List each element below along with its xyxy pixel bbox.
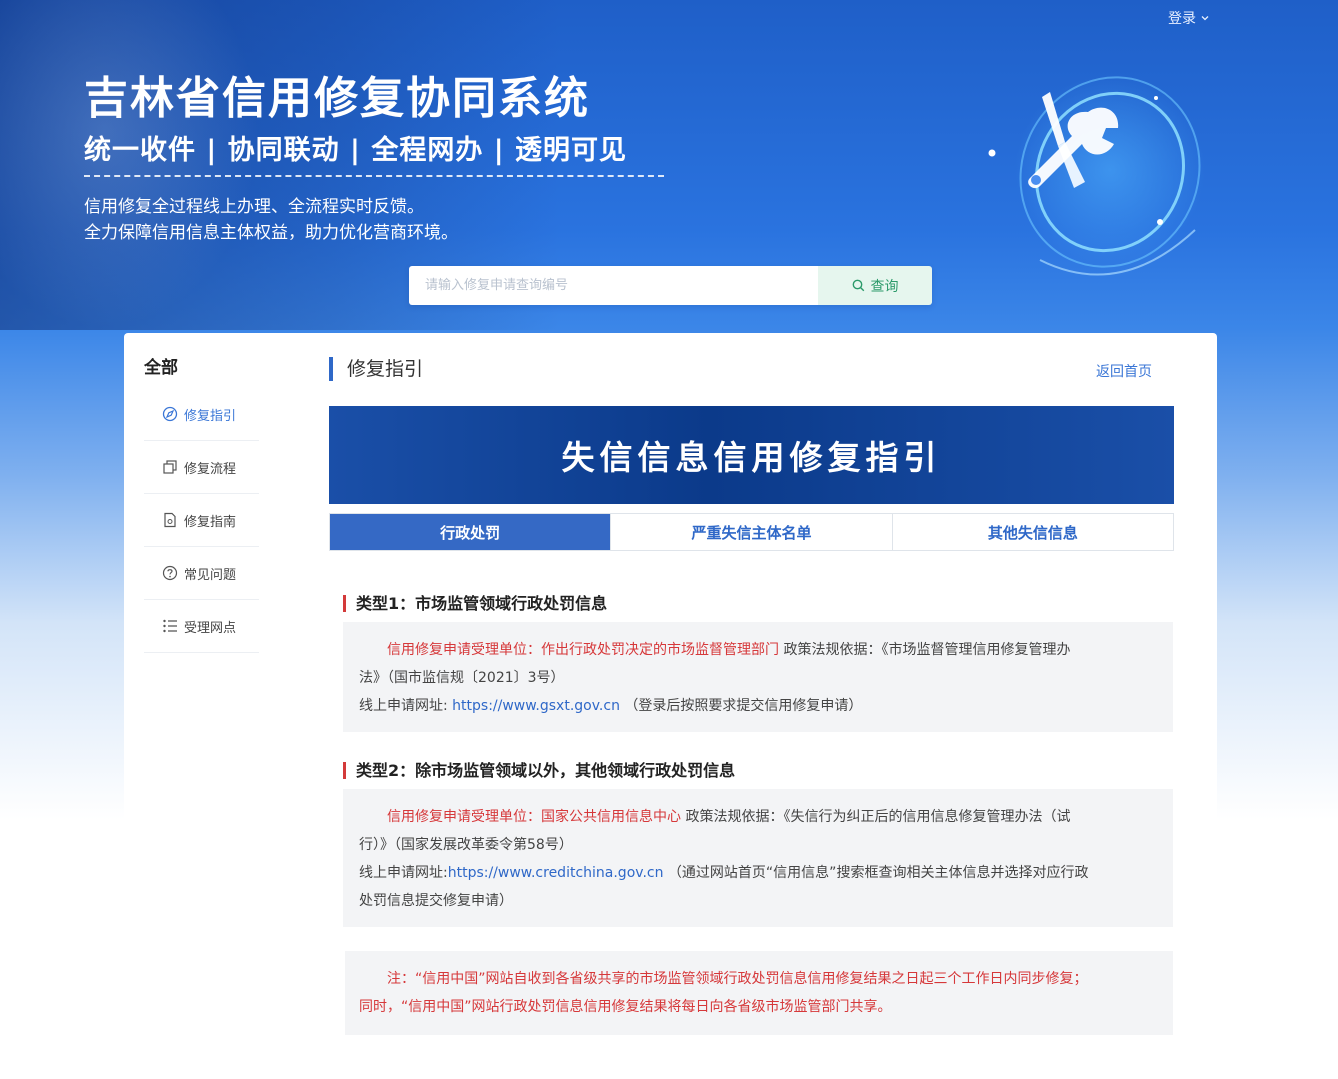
type2-online-label: 线上申请网址: <box>359 865 448 881</box>
sidebar-item-repair-manual[interactable]: 修复指南 <box>144 494 259 547</box>
type1-block: 类型1：市场监管领域行政处罚信息 信用修复申请受理单位：作出行政处罚决定的市场监… <box>343 595 1173 732</box>
tab-administrative-penalty[interactable]: 行政处罚 <box>330 514 611 550</box>
section-title: 修复指引 <box>329 357 423 381</box>
type1-online-label: 线上申请网址: <box>359 698 453 714</box>
system-title: 吉林省信用修复协同系统 <box>84 73 590 124</box>
type2-policy: 政策法规依据：《失信行为纠正后的信用信息修复管理办法（试 <box>681 809 1071 825</box>
type2-info-box: 信用修复申请受理单位：国家公共信用信息中心 政策法规依据：《失信行为纠正后的信用… <box>343 789 1173 927</box>
login-dropdown[interactable]: 登录 <box>1168 8 1210 28</box>
type2-heading: 类型2：除市场监管领域以外，其他领域行政处罚信息 <box>343 762 1173 779</box>
description-line: 信用修复全过程线上办理、全流程实时反馈。 <box>84 197 424 217</box>
sidebar: 全部 修复指引 修复流程 修复指南 常见问题 受理网点 <box>144 353 259 653</box>
sidebar-item-repair-process[interactable]: 修复流程 <box>144 441 259 494</box>
type1-online-link[interactable]: https://www.gsxt.gov.cn <box>452 698 620 714</box>
sidebar-item-service-points[interactable]: 受理网点 <box>144 600 259 653</box>
guide-banner: 失信信息信用修复指引 <box>329 406 1174 504</box>
type2-online-link[interactable]: https://www.creditchina.gov.cn <box>448 865 664 881</box>
question-icon <box>162 565 178 581</box>
note-box: 注：“信用中国”网站自收到各省级共享的市场监管领域行政处罚信息信用修复结果之日起… <box>345 951 1173 1035</box>
copy-icon <box>163 460 177 474</box>
sidebar-title: 全部 <box>144 358 178 378</box>
type1-policy-cont: 法》（国市监信规〔2021〕3号） <box>359 670 565 686</box>
type1-online-note: （登录后按照要求提交信用修复申请） <box>619 698 863 714</box>
chevron-down-icon <box>1201 16 1209 21</box>
sidebar-item-label: 修复指引 <box>184 408 237 424</box>
tab-serious-dishonesty-list[interactable]: 严重失信主体名单 <box>610 514 892 550</box>
divider <box>84 175 664 177</box>
description-line: 全力保障信用信息主体权益，助力优化营商环境。 <box>84 223 458 243</box>
type2-policy-cont: 行）》（国家发展改革委令第58号） <box>359 837 573 853</box>
sidebar-item-faq[interactable]: 常见问题 <box>144 547 259 600</box>
sidebar-item-label: 修复流程 <box>184 461 237 477</box>
search-input[interactable] <box>409 266 818 305</box>
note-line: 注：“信用中国”网站自收到各省级共享的市场监管领域行政处罚信息信用修复结果之日起… <box>387 971 1088 987</box>
type1-info-box: 信用修复申请受理单位：作出行政处罚决定的市场监督管理部门 政策法规依据：《市场监… <box>343 622 1173 732</box>
type1-unit: 信用修复申请受理单位：作出行政处罚决定的市场监督管理部门 <box>387 642 779 658</box>
sidebar-item-repair-guide[interactable]: 修复指引 <box>144 388 259 441</box>
type2-block: 类型2：除市场监管领域以外，其他领域行政处罚信息 信用修复申请受理单位：国家公共… <box>343 762 1173 927</box>
search-icon <box>852 279 864 292</box>
category-tabs: 行政处罚 严重失信主体名单 其他失信信息 <box>329 513 1174 551</box>
sidebar-item-label: 修复指南 <box>184 514 237 530</box>
content-area: 修复指引 返回首页 失信信息信用修复指引 行政处罚 严重失信主体名单 其他失信信… <box>329 333 1174 1035</box>
compass-icon <box>162 406 178 422</box>
type2-online-note: （通过网站首页“信用信息”搜索框查询相关主体信息并选择对应行政 <box>663 865 1089 881</box>
search-bar: 查询 <box>409 266 932 305</box>
type2-unit: 信用修复申请受理单位：国家公共信用信息中心 <box>387 809 681 825</box>
search-button-label: 查询 <box>870 278 899 295</box>
system-slogan: 统一收件 | 协同联动 | 全程网办 | 透明可见 <box>84 135 627 166</box>
list-icon <box>163 619 177 633</box>
type1-heading: 类型1：市场监管领域行政处罚信息 <box>343 595 1173 612</box>
search-button[interactable]: 查询 <box>818 266 932 305</box>
document-icon <box>164 512 176 528</box>
back-home-link[interactable]: 返回首页 <box>1096 361 1152 381</box>
type2-online-note-cont: 处罚信息提交修复申请） <box>359 893 513 909</box>
tab-other-dishonesty-info[interactable]: 其他失信信息 <box>891 514 1173 550</box>
note-line: 同时，“信用中国”网站行政处罚信息信用修复结果将每日向各省级市场监管部门共享。 <box>359 999 892 1015</box>
sidebar-item-label: 常见问题 <box>184 567 237 583</box>
sidebar-item-label: 受理网点 <box>184 620 237 636</box>
repair-tools-icon <box>988 75 1205 276</box>
system-description: 信用修复全过程线上办理、全流程实时反馈。 全力保障信用信息主体权益，助力优化营商… <box>84 194 458 246</box>
main-panel: 全部 修复指引 修复流程 修复指南 常见问题 受理网点 修复指引 返回首页 失信… <box>124 333 1217 1079</box>
content-header: 修复指引 返回首页 <box>329 333 1174 405</box>
type1-policy: 政策法规依据：《市场监督管理信用修复管理办 <box>779 642 1071 658</box>
login-label: 登录 <box>1168 11 1196 27</box>
